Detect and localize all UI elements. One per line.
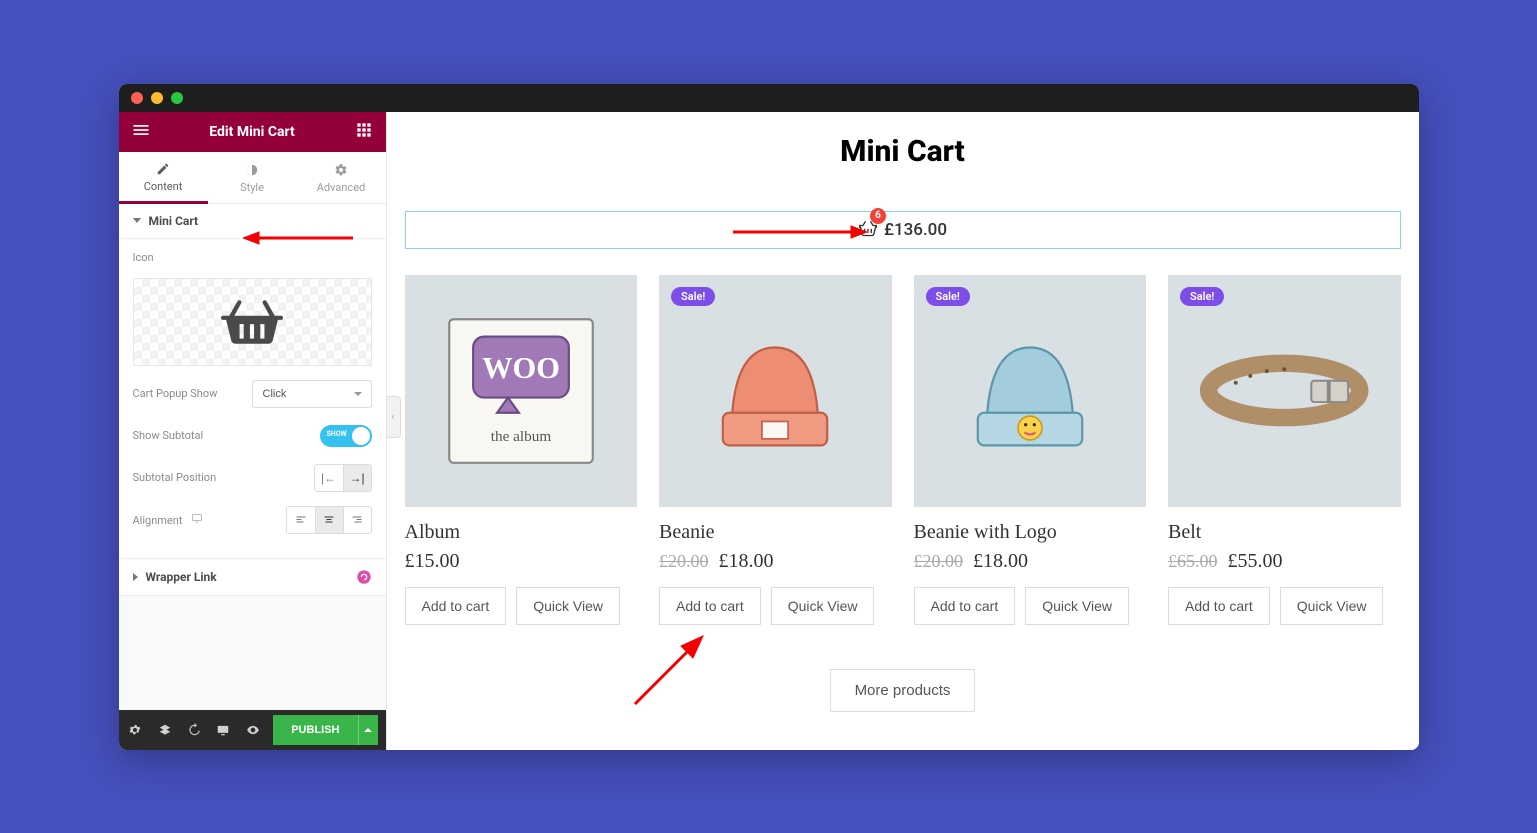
sale-badge: Sale!	[926, 287, 970, 306]
align-right[interactable]	[343, 507, 371, 533]
alignment-group	[286, 506, 372, 534]
belt-illustration-icon	[1197, 342, 1371, 439]
product-name: Belt	[1168, 521, 1401, 544]
editor-canvas: Mini Cart 6 £136.00	[387, 112, 1419, 750]
section-mini-cart[interactable]: Mini Cart	[119, 204, 386, 239]
more-products-button[interactable]: More products	[830, 669, 976, 712]
app-window: Edit Mini Cart Content Style Advanced	[119, 84, 1419, 750]
svg-text:WOO: WOO	[482, 350, 560, 384]
beanie-illustration-icon	[688, 304, 862, 478]
add-to-cart-button[interactable]: Add to cart	[659, 587, 761, 625]
product-image[interactable]: Sale!	[659, 275, 892, 507]
icon-label: Icon	[133, 251, 372, 264]
navigator-icon[interactable]	[156, 720, 173, 740]
quick-view-button[interactable]: Quick View	[771, 587, 875, 625]
tab-style[interactable]: Style	[208, 152, 297, 203]
mini-cart-widget[interactable]: 6 £136.00	[405, 211, 1401, 249]
plugin-badge-icon	[356, 569, 372, 585]
show-subtotal-label: Show Subtotal	[133, 429, 204, 442]
sidebar-header: Edit Mini Cart	[119, 112, 386, 152]
beanie-logo-illustration-icon	[943, 304, 1117, 478]
editor-sidebar: Edit Mini Cart Content Style Advanced	[119, 112, 387, 750]
cart-popup-show-select[interactable]: Click	[252, 380, 372, 408]
align-center[interactable]	[315, 507, 343, 533]
cart-count-badge: 6	[870, 208, 886, 224]
product-card: Sale! Beanie with Logo £20.00	[914, 275, 1147, 625]
tab-advanced[interactable]: Advanced	[297, 152, 386, 203]
show-subtotal-toggle[interactable]: SHOW	[320, 425, 372, 447]
subtotal-position-left[interactable]: |←	[315, 465, 343, 491]
product-card: Sale! Beanie £20.00 £18.00	[659, 275, 892, 625]
collapse-handle[interactable]: ‹	[387, 396, 401, 438]
basket-icon	[218, 293, 286, 351]
chevron-down-icon	[133, 218, 141, 223]
product-old-price: £20.00	[659, 551, 709, 572]
product-image[interactable]: WOO the album	[405, 275, 638, 507]
publish-button[interactable]: PUBLISH	[273, 715, 357, 745]
product-old-price: £20.00	[914, 551, 964, 572]
history-icon[interactable]	[185, 720, 202, 740]
responsive-icon[interactable]	[191, 512, 203, 524]
tab-content[interactable]: Content	[119, 152, 208, 204]
product-price: £55.00	[1228, 550, 1283, 573]
sidebar-footer: PUBLISH	[119, 710, 386, 750]
product-image[interactable]: Sale!	[914, 275, 1147, 507]
album-illustration-icon: WOO the album	[434, 304, 608, 478]
window-titlebar	[119, 84, 1419, 112]
product-grid: WOO the album Album £15.00 Add to cart Q…	[405, 275, 1401, 625]
chevron-right-icon	[133, 573, 138, 581]
cart-total: £136.00	[884, 220, 947, 240]
grid-icon[interactable]	[354, 120, 374, 144]
subtotal-position-label: Subtotal Position	[133, 471, 217, 484]
add-to-cart-button[interactable]: Add to cart	[914, 587, 1016, 625]
preview-icon[interactable]	[244, 720, 261, 740]
page-title: Mini Cart	[405, 112, 1401, 211]
product-price: £18.00	[973, 550, 1028, 573]
product-name: Beanie	[659, 521, 892, 544]
publish-dropdown[interactable]	[358, 715, 378, 745]
maximize-window-icon[interactable]	[171, 92, 183, 104]
cart-popup-show-label: Cart Popup Show	[133, 387, 218, 400]
add-to-cart-button[interactable]: Add to cart	[405, 587, 507, 625]
quick-view-button[interactable]: Quick View	[1280, 587, 1384, 625]
icon-preview[interactable]	[133, 278, 372, 366]
sale-badge: Sale!	[1180, 287, 1224, 306]
section-wrapper-link[interactable]: Wrapper Link	[119, 558, 386, 596]
svg-text:the album: the album	[491, 428, 552, 445]
section-mini-cart-body: Icon Cart Popup Show Click	[119, 239, 386, 546]
sale-badge: Sale!	[671, 287, 715, 306]
product-image[interactable]: Sale!	[1168, 275, 1401, 507]
quick-view-button[interactable]: Quick View	[516, 587, 620, 625]
align-left[interactable]	[287, 507, 315, 533]
editor-tabs: Content Style Advanced	[119, 152, 386, 204]
sidebar-title: Edit Mini Cart	[151, 124, 354, 140]
subtotal-position-right[interactable]: →|	[343, 465, 371, 491]
responsive-mode-icon[interactable]	[215, 720, 232, 740]
product-name: Beanie with Logo	[914, 521, 1147, 544]
subtotal-position-group: |← →|	[314, 464, 372, 492]
quick-view-button[interactable]: Quick View	[1025, 587, 1129, 625]
menu-icon[interactable]	[131, 120, 151, 144]
alignment-label: Alignment	[133, 512, 204, 527]
product-card: Sale! Belt £65.00 £55.00	[1168, 275, 1401, 625]
minimize-window-icon[interactable]	[151, 92, 163, 104]
add-to-cart-button[interactable]: Add to cart	[1168, 587, 1270, 625]
product-old-price: £65.00	[1168, 551, 1218, 572]
close-window-icon[interactable]	[131, 92, 143, 104]
product-name: Album	[405, 521, 638, 544]
product-card: WOO the album Album £15.00 Add to cart Q…	[405, 275, 638, 625]
product-price: £18.00	[719, 550, 774, 573]
settings-icon[interactable]	[127, 720, 144, 740]
product-price: £15.00	[405, 550, 460, 573]
